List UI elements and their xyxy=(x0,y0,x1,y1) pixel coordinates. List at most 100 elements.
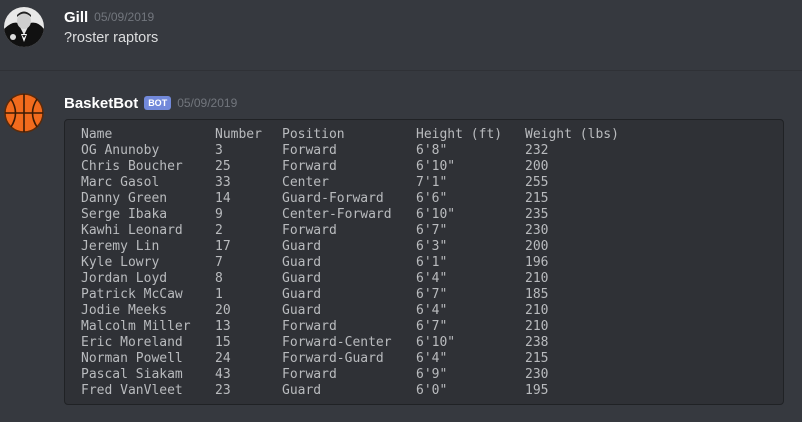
player-weight: 195 xyxy=(525,383,549,398)
player-weight: 210 xyxy=(525,271,549,286)
player-position: Center xyxy=(282,175,329,190)
player-height: 6'10" xyxy=(416,159,456,174)
table-row: Patrick McCaw 1 Guard 6'7" 185 xyxy=(81,287,635,303)
player-weight: 232 xyxy=(525,143,549,158)
username[interactable]: Gill xyxy=(64,9,88,26)
table-row: Jodie Meeks 20 Guard 6'4" 210 xyxy=(81,303,635,319)
table-row: Fred VanVleet 23 Guard 6'0" 195 xyxy=(81,383,635,399)
player-position: Forward-Guard xyxy=(282,351,384,366)
message-header: BasketBot BOT 05/09/2019 xyxy=(64,93,237,113)
player-position: Guard xyxy=(282,303,322,318)
player-name: Serge Ibaka xyxy=(81,207,168,222)
roster-table: Name Number Position Height (ft) Weight … xyxy=(81,127,635,399)
player-name: Malcolm Miller xyxy=(81,319,191,334)
player-height: 6'4" xyxy=(416,303,448,318)
player-height: 6'0" xyxy=(416,383,448,398)
player-number: 24 xyxy=(215,351,231,366)
column-header-number: Number xyxy=(215,127,262,142)
player-weight: 255 xyxy=(525,175,549,190)
player-height: 6'4" xyxy=(416,351,448,366)
table-row: Kawhi Leonard 2 Forward 6'7" 230 xyxy=(81,223,635,239)
table-row: Danny Green 14 Guard-Forward 6'6" 215 xyxy=(81,191,635,207)
player-height: 6'4" xyxy=(416,271,448,286)
player-name: Patrick McCaw xyxy=(81,287,183,302)
player-name: Chris Boucher xyxy=(81,159,183,174)
player-height: 6'10" xyxy=(416,335,456,350)
player-position: Guard xyxy=(282,287,322,302)
player-number: 3 xyxy=(215,143,223,158)
player-name: Jodie Meeks xyxy=(81,303,168,318)
player-name: Jordan Loyd xyxy=(81,271,168,286)
player-number: 9 xyxy=(215,207,223,222)
timestamp: 05/09/2019 xyxy=(94,10,155,24)
username[interactable]: BasketBot xyxy=(64,95,138,112)
message-header: Gill 05/09/2019 xyxy=(64,7,154,27)
player-name: Marc Gasol xyxy=(81,175,160,190)
player-position: Forward xyxy=(282,159,337,174)
player-height: 6'9" xyxy=(416,367,448,382)
player-weight: 200 xyxy=(525,239,549,254)
player-height: 6'8" xyxy=(416,143,448,158)
player-name: Kyle Lowry xyxy=(81,255,160,270)
player-height: 6'7" xyxy=(416,319,448,334)
roster-header-row: Name Number Position Height (ft) Weight … xyxy=(81,127,635,143)
table-row: Marc Gasol 33 Center 7'1" 255 xyxy=(81,175,635,191)
player-height: 6'7" xyxy=(416,287,448,302)
player-weight: 230 xyxy=(525,367,549,382)
player-number: 2 xyxy=(215,223,223,238)
player-position: Guard xyxy=(282,255,322,270)
player-number: 25 xyxy=(215,159,231,174)
godfather-avatar-icon[interactable] xyxy=(4,7,44,47)
player-height: 7'1" xyxy=(416,175,448,190)
player-height: 6'6" xyxy=(416,191,448,206)
player-weight: 215 xyxy=(525,351,549,366)
table-row: Norman Powell 24 Forward-Guard 6'4" 215 xyxy=(81,351,635,367)
player-number: 8 xyxy=(215,271,223,286)
player-height: 6'10" xyxy=(416,207,456,222)
player-position: Forward xyxy=(282,367,337,382)
player-name: Eric Moreland xyxy=(81,335,183,350)
player-number: 13 xyxy=(215,319,231,334)
player-weight: 210 xyxy=(525,303,549,318)
player-weight: 215 xyxy=(525,191,549,206)
column-header-position: Position xyxy=(282,127,345,142)
roster-code-block: Name Number Position Height (ft) Weight … xyxy=(64,119,784,405)
table-row: Pascal Siakam 43 Forward 6'9" 230 xyxy=(81,367,635,383)
table-row: Eric Moreland 15 Forward-Center 6'10" 238 xyxy=(81,335,635,351)
player-weight: 230 xyxy=(525,223,549,238)
table-row: Jeremy Lin 17 Guard 6'3" 200 xyxy=(81,239,635,255)
column-header-weight: Weight (lbs) xyxy=(525,127,619,142)
player-weight: 200 xyxy=(525,159,549,174)
player-position: Forward-Center xyxy=(282,335,392,350)
player-position: Center-Forward xyxy=(282,207,392,222)
timestamp: 05/09/2019 xyxy=(177,96,238,110)
player-number: 7 xyxy=(215,255,223,270)
player-name: Danny Green xyxy=(81,191,168,206)
player-position: Guard xyxy=(282,239,322,254)
player-name: OG Anunoby xyxy=(81,143,160,158)
player-number: 20 xyxy=(215,303,231,318)
table-row: OG Anunoby 3 Forward 6'8" 232 xyxy=(81,143,635,159)
player-position: Guard xyxy=(282,271,322,286)
column-header-name: Name xyxy=(81,127,113,142)
player-number: 43 xyxy=(215,367,231,382)
player-height: 6'1" xyxy=(416,255,448,270)
player-position: Forward xyxy=(282,143,337,158)
player-height: 6'3" xyxy=(416,239,448,254)
player-position: Forward xyxy=(282,319,337,334)
table-row: Malcolm Miller 13 Forward 6'7" 210 xyxy=(81,319,635,335)
player-name: Jeremy Lin xyxy=(81,239,160,254)
table-row: Serge Ibaka 9 Center-Forward 6'10" 235 xyxy=(81,207,635,223)
message-text: ?roster raptors xyxy=(64,30,159,46)
player-number: 33 xyxy=(215,175,231,190)
player-number: 1 xyxy=(215,287,223,302)
basketball-avatar-icon[interactable] xyxy=(4,93,44,133)
chat-messages: Gill 05/09/2019 ?roster raptors BasketBo… xyxy=(0,0,802,422)
player-name: Fred VanVleet xyxy=(81,383,183,398)
player-height: 6'7" xyxy=(416,223,448,238)
player-number: 17 xyxy=(215,239,231,254)
player-weight: 196 xyxy=(525,255,549,270)
bot-badge: BOT xyxy=(144,96,172,110)
player-name: Pascal Siakam xyxy=(81,367,183,382)
roster-body: OG Anunoby 3 Forward 6'8" 232 Chris Boucher 25… xyxy=(81,143,635,399)
